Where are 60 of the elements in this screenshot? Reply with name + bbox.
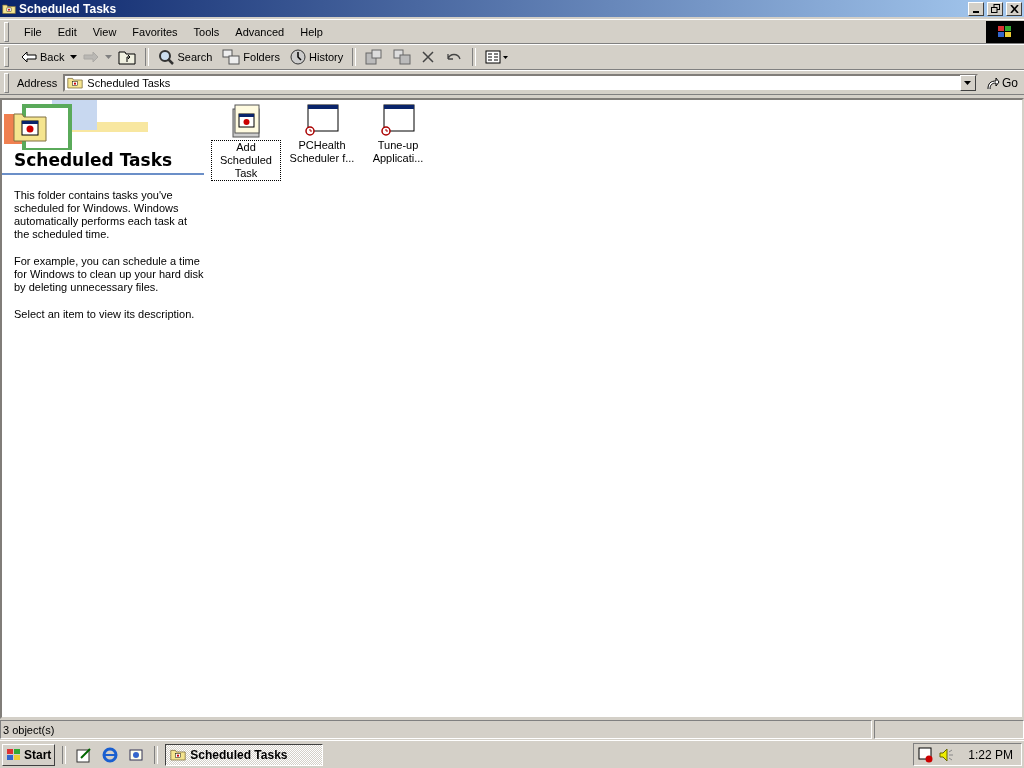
- search-button[interactable]: Search: [154, 47, 217, 67]
- scheduled-task-icon: [305, 104, 339, 136]
- pane-title: Scheduled Tasks: [2, 150, 204, 175]
- scheduler-icon: [918, 746, 935, 763]
- menu-item[interactable]: File: [17, 23, 49, 40]
- window-title: Scheduled Tasks: [19, 1, 118, 16]
- menu-item[interactable]: View: [85, 23, 124, 40]
- folder-icon: [2, 2, 16, 15]
- menu-item[interactable]: Edit: [50, 23, 84, 40]
- minimize-icon: [973, 10, 979, 13]
- item-label[interactable]: Tune-up Applicati...: [364, 139, 432, 165]
- clock: 1:22 PM: [968, 747, 1013, 762]
- desktop-icon[interactable]: [76, 746, 93, 763]
- history-button[interactable]: History: [286, 47, 348, 67]
- windows-logo: [986, 20, 1024, 43]
- go-button[interactable]: Go: [980, 75, 1024, 90]
- minimize-button[interactable]: [968, 1, 984, 16]
- taskbar-button[interactable]: Scheduled Tasks: [165, 743, 324, 766]
- menu-item[interactable]: Help: [293, 23, 330, 40]
- folders-icon: [222, 49, 241, 65]
- up-folder-icon: [118, 49, 137, 65]
- channels-icon[interactable]: [128, 746, 145, 763]
- menu-item[interactable]: Advanced: [228, 23, 292, 40]
- caret-icon: [964, 80, 972, 85]
- close-button[interactable]: [1006, 1, 1022, 16]
- back-button[interactable]: Back: [17, 49, 69, 65]
- copy-to-icon: [393, 49, 412, 65]
- forward-arrow-icon: [83, 51, 100, 63]
- address-value: Scheduled Tasks: [87, 76, 172, 89]
- restore-button[interactable]: [987, 1, 1003, 16]
- search-icon: [158, 49, 175, 65]
- close-icon: [1009, 4, 1019, 13]
- item-label[interactable]: Add Scheduled Task: [212, 141, 280, 180]
- folders-button[interactable]: Folders: [218, 47, 284, 67]
- description-text: Select an item to view its description.: [14, 308, 196, 321]
- clock-icon: [290, 49, 306, 65]
- dropdown-button[interactable]: [960, 74, 976, 91]
- scheduled-task-icon: [381, 104, 415, 136]
- start-button[interactable]: Start: [2, 743, 56, 766]
- back-arrow-icon: [21, 51, 37, 63]
- browser-e-icon[interactable]: [102, 746, 119, 763]
- menu-item[interactable]: Tools: [186, 23, 227, 40]
- item-label[interactable]: PCHealth Scheduler f...: [288, 139, 356, 165]
- menu-item[interactable]: Favorites: [125, 23, 185, 40]
- restore-icon: [990, 4, 1000, 13]
- windows-flag-icon: [6, 747, 22, 762]
- address-label: Address: [17, 76, 58, 89]
- move-to-icon: [365, 49, 384, 65]
- description-text: This folder contains tasks you've scheduled for Windows. Windows automatically performs each task at the scheduled time.: [14, 189, 189, 241]
- go-arrow-icon: [986, 75, 1000, 90]
- address-field[interactable]: Scheduled Tasks: [63, 73, 978, 92]
- folder-icon: [67, 76, 84, 89]
- description-text: For example, you can schedule a time for Windows to clean up your hard disk by deleting unnecessary files.: [14, 255, 204, 294]
- task-wizard-icon: [230, 104, 262, 138]
- views-grid-icon: [485, 50, 510, 64]
- status-text: 3 object(s): [3, 723, 55, 736]
- delete-icon: [421, 50, 436, 64]
- caret-icon[interactable]: [70, 55, 78, 59]
- folder-icon: [170, 748, 187, 761]
- speaker-icon[interactable]: [938, 746, 955, 763]
